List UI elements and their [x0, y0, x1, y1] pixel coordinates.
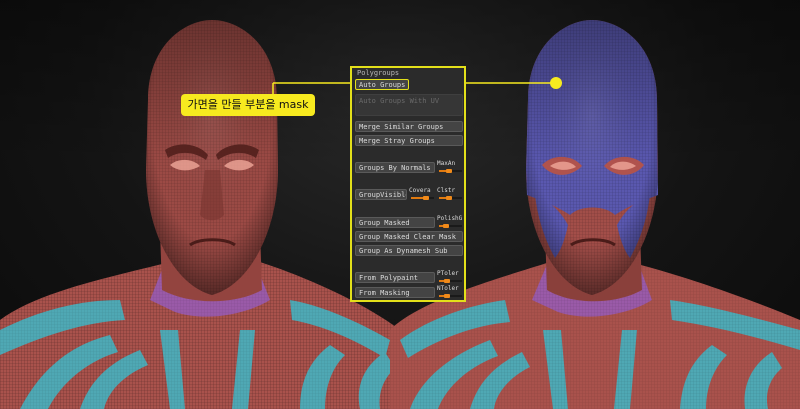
polish-label: PolishG [437, 215, 463, 222]
auto-groups-with-uv-button[interactable]: Auto Groups With UV [355, 94, 463, 116]
max-angle-slider[interactable]: MaxAn [437, 160, 464, 173]
coverage-label: Covera [409, 187, 431, 194]
max-angle-label: MaxAn [437, 160, 456, 167]
palette-title: Polygroups [357, 69, 400, 77]
mask-callout: 가면을 만들 부분을 mask [181, 94, 315, 116]
group-visible-button[interactable]: GroupVisible [355, 189, 407, 200]
merge-stray-groups-button[interactable]: Merge Stray Groups [355, 135, 463, 146]
target-dot [550, 77, 562, 89]
from-masking-button[interactable]: From Masking [355, 287, 435, 298]
merge-similar-groups-button[interactable]: Merge Similar Groups [355, 121, 463, 132]
groups-by-normals-button[interactable]: Groups By Normals [355, 162, 435, 173]
group-masked-clear-mask-button[interactable]: Group Masked Clear Mask [355, 231, 463, 242]
group-masked-button[interactable]: Group Masked [355, 217, 435, 228]
group-as-dynamesh-sub-button[interactable]: Group As Dynamesh Sub [355, 245, 463, 256]
n-tolerance-slider[interactable]: NToler [437, 285, 464, 298]
clustering-slider[interactable]: Clstr [437, 187, 464, 200]
viewport[interactable]: 가면을 만들 부분을 mask Polygroups Auto Groups A… [0, 0, 800, 409]
p-tolerance-label: PToler [437, 270, 459, 277]
from-polypaint-button[interactable]: From Polypaint [355, 272, 435, 283]
polygroups-palette: Polygroups Auto Groups Auto Groups With … [350, 66, 466, 302]
coverage-slider[interactable]: Covera [409, 187, 436, 200]
polish-slider[interactable]: PolishG [437, 215, 464, 228]
p-tolerance-slider[interactable]: PToler [437, 270, 464, 283]
clustering-label: Clstr [437, 187, 456, 194]
n-tolerance-label: NToler [437, 285, 459, 292]
auto-groups-button[interactable]: Auto Groups [355, 79, 409, 90]
